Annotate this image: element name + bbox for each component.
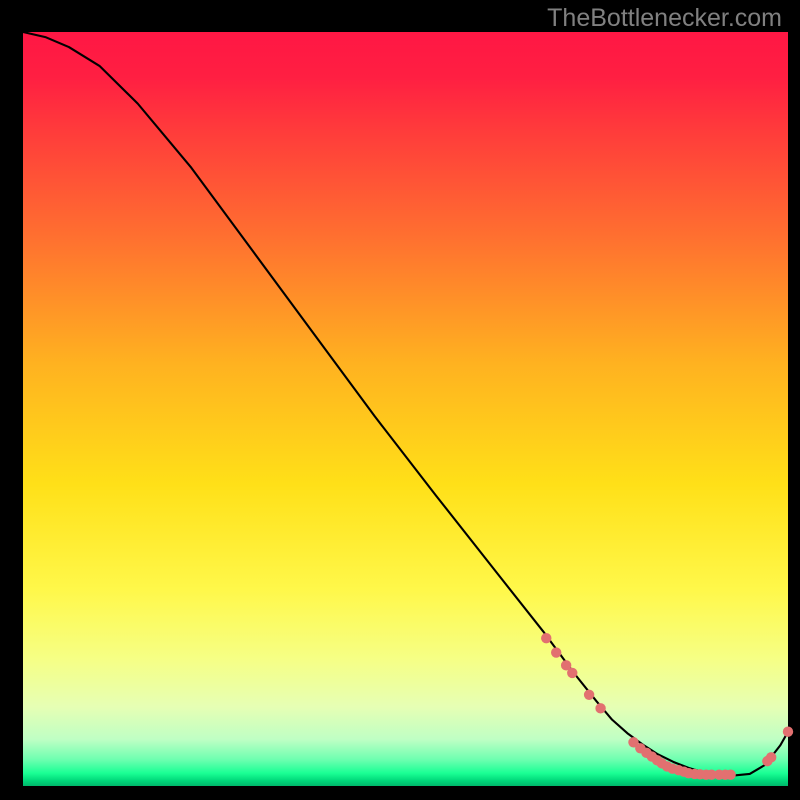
- watermark-text: TheBottlenecker.com: [547, 4, 782, 33]
- chart-container: TheBottlenecker.com: [0, 0, 800, 800]
- data-marker: [551, 647, 561, 657]
- plot-background: [23, 32, 788, 786]
- data-marker: [567, 668, 577, 678]
- data-marker: [584, 690, 594, 700]
- bottleneck-plot: [0, 0, 800, 800]
- data-marker: [595, 703, 605, 713]
- data-marker: [541, 633, 551, 643]
- data-marker: [783, 727, 793, 737]
- data-marker: [766, 752, 776, 762]
- data-marker: [725, 769, 735, 779]
